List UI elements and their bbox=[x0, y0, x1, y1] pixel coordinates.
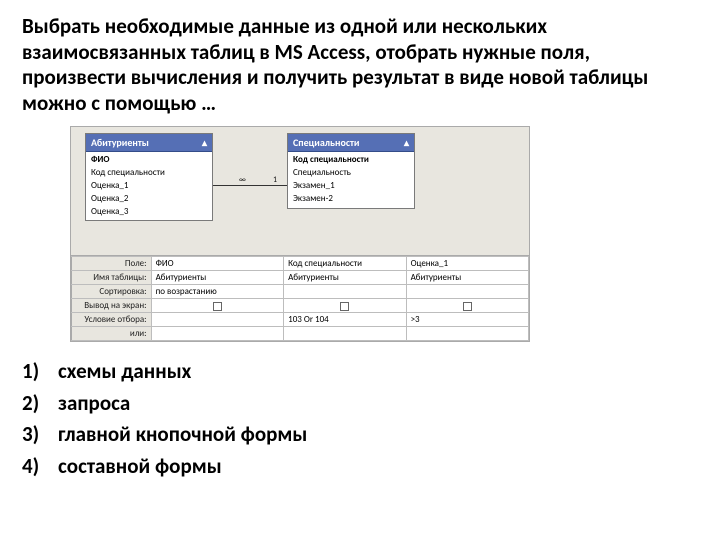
row-label-or: или: bbox=[72, 327, 152, 341]
qbe-cell: 103 Or 104 bbox=[284, 313, 406, 327]
row-label-field: Поле: bbox=[72, 257, 152, 271]
table-title-1-text: Абитуриенты bbox=[91, 136, 149, 149]
table-row: Условие отбора: 103 Or 104 >3 bbox=[72, 313, 529, 327]
qbe-cell: Код специальности bbox=[284, 257, 406, 271]
access-screenshot: Абитуриенты ▴ ФИО Код специальности Оцен… bbox=[70, 126, 530, 342]
answer-text: главной кнопочной формы bbox=[58, 419, 698, 451]
table-row: Имя таблицы: Абитуриенты Абитуриенты Аби… bbox=[72, 271, 529, 285]
qbe-cell bbox=[406, 327, 528, 341]
table-box-1: Абитуриенты ▴ ФИО Код специальности Оцен… bbox=[85, 133, 213, 221]
field: Код специальности bbox=[86, 167, 212, 180]
qbe-cell: ФИО bbox=[151, 257, 284, 271]
field: Код специальности bbox=[288, 154, 414, 167]
qbe-cell bbox=[406, 299, 528, 313]
field: Экзамен_1 bbox=[288, 180, 414, 193]
answer-number: 4) bbox=[22, 451, 58, 483]
qbe-cell bbox=[151, 327, 284, 341]
qbe-cell bbox=[284, 299, 406, 313]
qbe-cell: Абитуриенты bbox=[284, 271, 406, 285]
qbe-cell bbox=[151, 299, 284, 313]
table-title-2-text: Специальности bbox=[293, 136, 359, 149]
qbe-cell bbox=[406, 285, 528, 299]
qbe-cell bbox=[284, 327, 406, 341]
row-label-table: Имя таблицы: bbox=[72, 271, 152, 285]
query-grid: Поле: ФИО Код специальности Оценка_1 Имя… bbox=[70, 256, 530, 342]
relation-one-icon: 1 bbox=[273, 175, 277, 185]
table-row: Сортировка: по возрастанию bbox=[72, 285, 529, 299]
qbe-cell bbox=[284, 285, 406, 299]
row-label-criteria: Условие отбора: bbox=[72, 313, 152, 327]
answer-number: 1) bbox=[22, 356, 58, 388]
qbe-cell: >3 bbox=[406, 313, 528, 327]
row-label-sort: Сортировка: bbox=[72, 285, 152, 299]
question-text: Выбрать необходимые данные из одной или … bbox=[22, 14, 698, 116]
relationship-diagram: Абитуриенты ▴ ФИО Код специальности Оцен… bbox=[70, 126, 530, 256]
qbe-cell: Абитуриенты bbox=[406, 271, 528, 285]
qbe-cell: Абитуриенты bbox=[151, 271, 284, 285]
answer-number: 3) bbox=[22, 419, 58, 451]
field: Оценка_3 bbox=[86, 206, 212, 219]
row-label-show: Вывод на экран: bbox=[72, 299, 152, 313]
field: Специальность bbox=[288, 167, 414, 180]
checkbox-icon bbox=[463, 302, 472, 311]
checkbox-icon bbox=[340, 302, 349, 311]
relation-many-icon: ∞ bbox=[239, 175, 246, 185]
answer-number: 2) bbox=[22, 388, 58, 420]
field: ФИО bbox=[86, 154, 212, 167]
table-box-2: Специальности ▴ Код специальности Специа… bbox=[287, 133, 415, 208]
qbe-cell bbox=[151, 313, 284, 327]
qbe-cell: по возрастанию bbox=[151, 285, 284, 299]
table-row: Вывод на экран: bbox=[72, 299, 529, 313]
answer-option-1: 1) схемы данных bbox=[22, 356, 698, 388]
table-fields-2: Код специальности Специальность Экзамен_… bbox=[288, 152, 414, 207]
answer-list: 1) схемы данных 2) запроса 3) главной кн… bbox=[22, 356, 698, 482]
table-row: Поле: ФИО Код специальности Оценка_1 bbox=[72, 257, 529, 271]
qbe-cell: Оценка_1 bbox=[406, 257, 528, 271]
table-fields-1: ФИО Код специальности Оценка_1 Оценка_2 … bbox=[86, 152, 212, 220]
close-icon: ▴ bbox=[404, 136, 409, 149]
answer-text: составной формы bbox=[58, 451, 698, 483]
answer-option-2: 2) запроса bbox=[22, 388, 698, 420]
field: Экзамен-2 bbox=[288, 193, 414, 206]
close-icon: ▴ bbox=[202, 136, 207, 149]
answer-text: схемы данных bbox=[58, 356, 698, 388]
field: Оценка_2 bbox=[86, 193, 212, 206]
answer-option-3: 3) главной кнопочной формы bbox=[22, 419, 698, 451]
answer-option-4: 4) составной формы bbox=[22, 451, 698, 483]
field: Оценка_1 bbox=[86, 180, 212, 193]
checkbox-icon bbox=[213, 302, 222, 311]
table-title-2: Специальности ▴ bbox=[288, 134, 414, 152]
table-title-1: Абитуриенты ▴ bbox=[86, 134, 212, 152]
answer-text: запроса bbox=[58, 388, 698, 420]
table-row: или: bbox=[72, 327, 529, 341]
relationship-line bbox=[213, 185, 287, 186]
